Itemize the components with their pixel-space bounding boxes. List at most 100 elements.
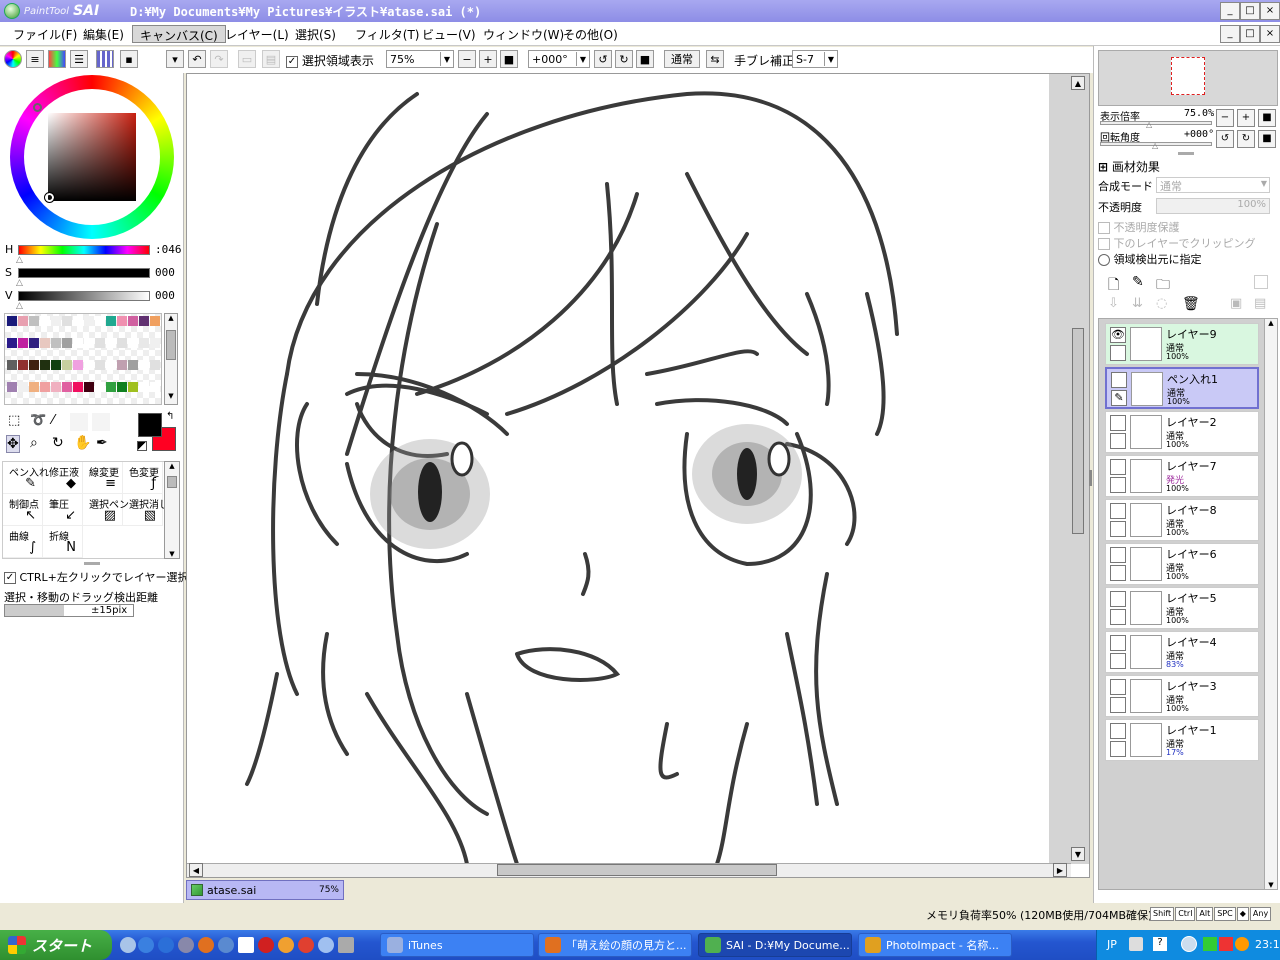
layer-visibility-eye-icon[interactable] — [1110, 415, 1126, 431]
taskbar-button[interactable]: 「萌え絵の顔の見方と... — [538, 933, 692, 957]
layer-row[interactable]: レイヤー2 通常 100% — [1105, 411, 1259, 453]
new-pen-layer-icon[interactable]: ✎ — [1132, 274, 1144, 290]
canvas-vscroll-thumb[interactable] — [1072, 328, 1084, 534]
layer-visibility-eye-icon[interactable] — [1110, 547, 1126, 563]
menu-file[interactable]: ファイル(F) — [6, 25, 84, 43]
layer-lock-checkbox[interactable] — [1110, 345, 1126, 361]
deselect-icon[interactable]: ▭ — [238, 50, 256, 68]
rotate-reset-icon[interactable]: ■ — [636, 50, 654, 68]
color-swatch[interactable] — [95, 382, 105, 392]
color-swatch[interactable] — [18, 338, 28, 348]
menu-other[interactable]: その他(O) — [556, 25, 625, 43]
clipping-option[interactable]: 下のレイヤーでクリッピング — [1098, 235, 1256, 251]
mode-button[interactable]: 通常 — [664, 50, 700, 68]
canvas-scroll-down-icon[interactable]: ▼ — [1071, 847, 1085, 861]
taskbar-button[interactable]: iTunes — [380, 933, 534, 957]
doc-minimize-button[interactable]: _ — [1220, 25, 1240, 43]
doc-maximize-button[interactable]: □ — [1240, 25, 1260, 43]
color-swatch[interactable] — [7, 316, 17, 326]
nav-rotate-reset-icon[interactable]: ■ — [1258, 130, 1276, 148]
color-swatch[interactable] — [7, 338, 17, 348]
nav-zoom-handle-icon[interactable]: △ — [1146, 120, 1152, 129]
swatch-scroll-thumb[interactable] — [166, 330, 176, 360]
zoom-out-icon[interactable]: − — [458, 50, 476, 68]
layer-extra-icon-1[interactable]: ▣ — [1230, 296, 1242, 311]
color-swatch[interactable] — [62, 338, 72, 348]
chevron-down-icon[interactable]: ▼ — [165, 392, 177, 404]
color-swatch[interactable] — [84, 316, 94, 326]
move-icon[interactable]: ✥ — [6, 435, 20, 453]
color-swatch[interactable] — [29, 338, 39, 348]
blend-mode-select[interactable]: 通常 ▼ — [1156, 177, 1270, 193]
taskbar-button[interactable]: PhotoImpact - 名称... — [858, 933, 1012, 957]
canvas-hscroll-thumb[interactable] — [497, 864, 777, 876]
color-swatch[interactable] — [95, 338, 105, 348]
close-button[interactable]: × — [1260, 2, 1280, 20]
chevron-up-icon[interactable]: ▲ — [1265, 319, 1277, 327]
layer-visibility-eye-icon[interactable]: 👁 — [1110, 327, 1126, 343]
color-swatch[interactable] — [128, 338, 138, 348]
doc-close-button[interactable]: × — [1260, 25, 1280, 43]
color-swatch[interactable] — [139, 316, 149, 326]
value-slider[interactable] — [18, 291, 150, 301]
sv-marker-icon[interactable] — [44, 192, 55, 203]
layer-option-icon[interactable] — [1254, 275, 1268, 289]
layer-row[interactable]: 👁 レイヤー9 通常 100% — [1105, 323, 1259, 365]
chevron-down-icon[interactable]: ▼ — [165, 550, 179, 558]
color-swatch[interactable] — [128, 382, 138, 392]
menu-canvas[interactable]: キャンバス(C) — [132, 25, 226, 43]
menu-edit[interactable]: 編集(E) — [76, 25, 131, 43]
color-swatch[interactable] — [117, 316, 127, 326]
layer-lock-checkbox[interactable] — [1110, 609, 1126, 625]
redo-icon[interactable]: ↷ — [210, 50, 228, 68]
canvas-scroll-up-icon[interactable]: ▲ — [1071, 76, 1085, 90]
rotate-icon[interactable]: ↻ — [52, 435, 64, 451]
color-swatch[interactable] — [84, 360, 94, 370]
brush-scrollbar[interactable]: ▲ ▼ — [164, 461, 180, 559]
color-swatch[interactable] — [73, 382, 83, 392]
color-swatch[interactable] — [150, 338, 160, 348]
drag-distance-slider[interactable]: ±15pix — [4, 604, 134, 617]
brush-tool-0[interactable]: ペン入れ ✎ — [3, 462, 49, 494]
color-swatch[interactable] — [139, 338, 149, 348]
rotation-select[interactable]: +000° ▼ — [528, 50, 590, 68]
new-layer-icon[interactable]: 🗋 — [1108, 274, 1119, 298]
tray-expand-icon[interactable] — [1181, 936, 1197, 952]
color-swatch[interactable] — [84, 382, 94, 392]
layer-scrollbar[interactable]: ▲ ▼ — [1264, 318, 1278, 890]
tray-app-icon-3[interactable] — [1235, 937, 1249, 951]
brush-tool-6[interactable]: 選択ペン ▨ — [83, 494, 129, 526]
color-swatch[interactable] — [73, 360, 83, 370]
color-swatch[interactable] — [18, 382, 28, 392]
ime-mode-icon[interactable] — [1129, 937, 1143, 951]
undo-icon[interactable]: ↶ — [188, 50, 206, 68]
scratchpad-toggle-icon[interactable]: ▪ — [120, 50, 138, 68]
saturation-slider[interactable] — [18, 268, 150, 278]
effects-header[interactable]: ⊞ 画材効果 — [1098, 158, 1160, 175]
layer-lock-checkbox[interactable] — [1110, 653, 1126, 669]
color-swatch[interactable] — [106, 338, 116, 348]
mixer-toggle-icon[interactable]: ☰ — [70, 50, 88, 68]
color-swatch[interactable] — [29, 360, 39, 370]
color-swatch[interactable] — [117, 382, 127, 392]
chevron-up-icon[interactable]: ▲ — [165, 314, 177, 326]
layer-row[interactable]: レイヤー8 通常 100% — [1105, 499, 1259, 541]
expand-plus-icon[interactable]: ⊞ — [1098, 160, 1108, 174]
hsv-slider-toggle-icon[interactable] — [48, 50, 66, 68]
layer-visibility-eye-icon[interactable] — [1110, 635, 1126, 651]
protect-opacity-checkbox[interactable] — [1098, 222, 1110, 234]
color-swatch[interactable] — [73, 316, 83, 326]
color-swatch[interactable] — [62, 360, 72, 370]
nav-zoom-out-icon[interactable]: − — [1216, 109, 1234, 127]
panel-menu-icon[interactable]: ▾ — [166, 50, 184, 68]
nav-rotate-right-icon[interactable]: ↻ — [1237, 130, 1255, 148]
color-swatch[interactable] — [7, 382, 17, 392]
layer-lock-checkbox[interactable] — [1110, 433, 1126, 449]
layer-visibility-eye-icon[interactable] — [1110, 591, 1126, 607]
canvas-tab[interactable]: atase.sai 75% — [186, 880, 344, 900]
color-swatch[interactable] — [73, 338, 83, 348]
layer-lock-checkbox[interactable] — [1110, 697, 1126, 713]
layer-visibility-eye-icon[interactable] — [1110, 723, 1126, 739]
protect-opacity-option[interactable]: 不透明度保護 — [1098, 219, 1180, 235]
swatch-toggle-icon[interactable] — [96, 50, 114, 68]
